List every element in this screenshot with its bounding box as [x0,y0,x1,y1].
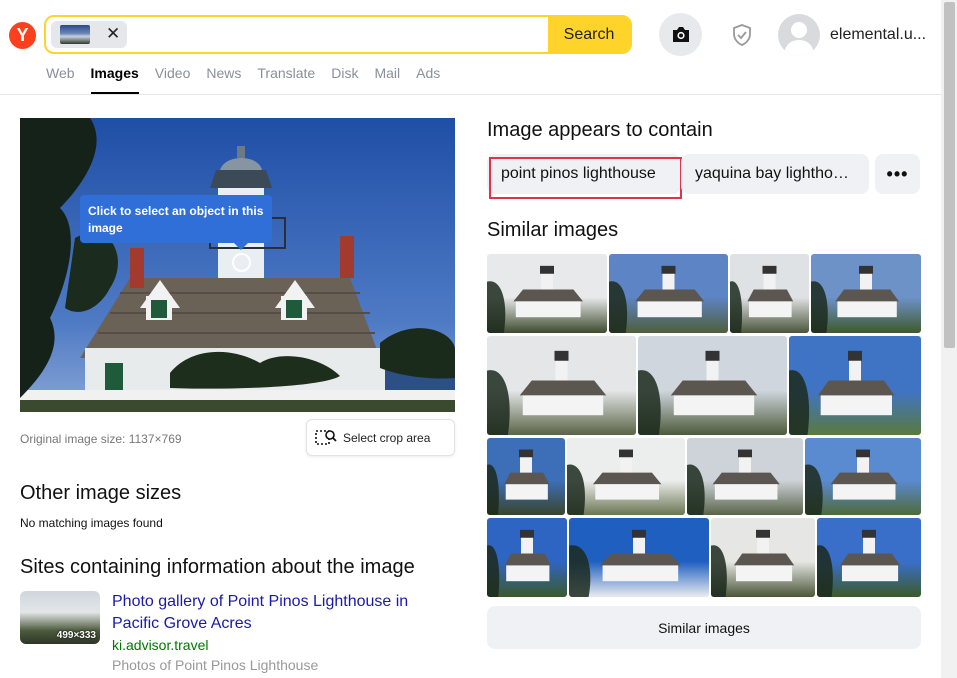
avatar[interactable] [778,14,820,56]
camera-icon [672,27,689,42]
lighthouse-thumbnail [569,529,681,597]
crop-select-icon [315,429,337,445]
similar-image-thumb[interactable] [817,518,921,597]
yandex-logo[interactable]: Y [9,22,36,49]
tag-chip-label: yaquina bay lighthouse [695,165,853,182]
thumbnail-size-label: 499×333 [56,630,96,641]
tab-images[interactable]: Images [90,65,139,94]
site-result-link[interactable]: Photo gallery of Point Pinos Lighthouse … [112,591,442,635]
similar-image-thumb[interactable] [487,518,567,597]
similar-image-thumb[interactable] [811,254,921,333]
lighthouse-thumbnail [811,265,899,333]
close-icon[interactable]: ✕ [106,24,120,44]
scrollbar[interactable] [941,0,957,678]
lighthouse-thumbnail [487,529,551,597]
original-image-size: Original image size: 1137×769 [20,432,182,446]
lighthouse-thumbnail [687,449,780,515]
lighthouse-thumbnail [567,449,662,515]
more-options-button[interactable]: ••• [875,154,920,194]
other-sizes-heading: Other image sizes [20,482,182,504]
tab-web[interactable]: Web [46,65,75,94]
no-matching-message: No matching images found [20,516,163,530]
search-image-chip[interactable]: ✕ [51,21,127,48]
similar-image-thumb[interactable] [487,438,565,515]
similar-image-thumb[interactable] [638,336,787,435]
similar-image-thumb[interactable] [487,254,607,333]
lighthouse-thumbnail [789,350,895,435]
similar-images-heading: Similar images [487,219,619,241]
lighthouse-thumbnail [817,529,901,597]
lighthouse-thumbnail [487,350,607,435]
crop-button-label: Select crop area [343,430,431,445]
site-thumbnail[interactable]: 499×333 [20,591,100,644]
similar-image-thumb[interactable] [805,438,921,515]
similar-image-thumb[interactable] [567,438,685,515]
lighthouse-thumbnail [805,449,898,515]
tab-video[interactable]: Video [155,65,191,94]
top-header: Y ✕ Search elemental.u... Web Images Vid… [0,0,941,95]
username[interactable]: elemental.u... [830,26,926,44]
similar-image-thumb[interactable] [487,336,636,435]
lighthouse-thumbnail [711,529,795,597]
similar-image-thumb[interactable] [569,518,709,597]
object-target-marker[interactable] [232,253,251,272]
tab-ads[interactable]: Ads [416,65,440,94]
tab-disk[interactable]: Disk [331,65,358,94]
image-contains-heading: Image appears to contain [487,119,713,141]
select-object-tooltip: Click to select an object in this image [80,195,272,250]
user-silhouette-icon [784,22,814,56]
scrollbar-thumb[interactable] [944,2,955,348]
tab-translate[interactable]: Translate [257,65,315,94]
similar-images-button[interactable]: Similar images [487,606,921,649]
tag-chip-point-pinos[interactable]: point pinos lighthouse [487,154,681,194]
search-box[interactable]: ✕ Search [44,15,632,54]
search-button[interactable]: Search [548,17,630,52]
site-description: Photos of Point Pinos Lighthouse [112,657,319,673]
search-tabs: Web Images Video News Translate Disk Mai… [46,65,456,94]
shield-check-icon[interactable] [730,23,754,47]
tag-chip-yaquina-bay[interactable]: yaquina bay lighthouse [681,154,869,194]
lighthouse-thumbnail [487,449,550,515]
tab-mail[interactable]: Mail [374,65,400,94]
similar-image-thumb[interactable] [711,518,815,597]
site-domain[interactable]: ki.advisor.travel [112,637,208,653]
lighthouse-thumbnail [609,265,705,333]
similar-image-thumb[interactable] [789,336,921,435]
search-image-thumbnail [60,25,90,44]
lighthouse-thumbnail [638,350,758,435]
similar-image-thumb[interactable] [687,438,803,515]
select-crop-area-button[interactable]: Select crop area [306,419,455,456]
lighthouse-thumbnail [487,265,583,333]
similar-image-thumb[interactable] [609,254,728,333]
sites-heading: Sites containing information about the i… [20,556,415,578]
lighthouse-thumbnail [730,265,794,333]
camera-search-button[interactable] [659,13,702,56]
tab-news[interactable]: News [206,65,241,94]
similar-image-thumb[interactable] [730,254,809,333]
